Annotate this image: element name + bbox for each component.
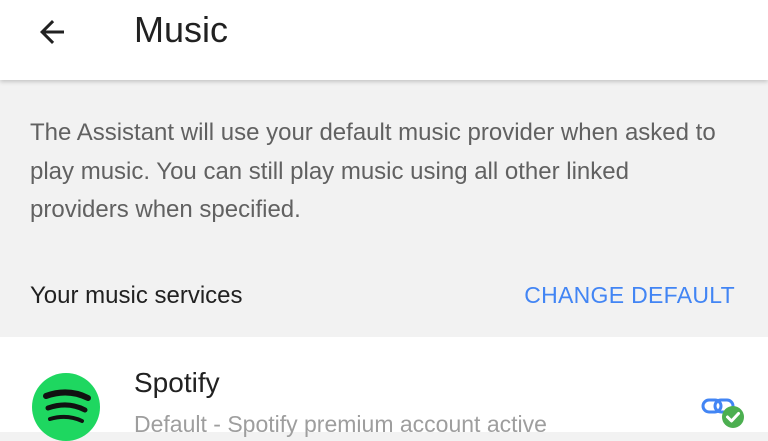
provider-name: Spotify (134, 367, 220, 398)
app-bar: Music (0, 0, 768, 80)
music-services-header: Your music services CHANGE DEFAULT (0, 272, 768, 322)
list-item-spotify[interactable]: Spotify Default - Spotify premium accoun… (0, 337, 768, 441)
arrow-back-icon (40, 20, 64, 44)
provider-status: Default - Spotify premium account active (134, 411, 547, 437)
change-default-button[interactable]: CHANGE DEFAULT (524, 282, 735, 309)
music-services-list: Spotify Default - Spotify premium accoun… (0, 337, 768, 441)
spotify-icon (32, 373, 100, 441)
link-check-icon (700, 395, 748, 435)
back-button[interactable] (30, 10, 74, 54)
description-text: The Assistant will use your default musi… (30, 119, 716, 223)
page-title: Music (134, 9, 229, 50)
section-label: Your music services (30, 282, 243, 309)
